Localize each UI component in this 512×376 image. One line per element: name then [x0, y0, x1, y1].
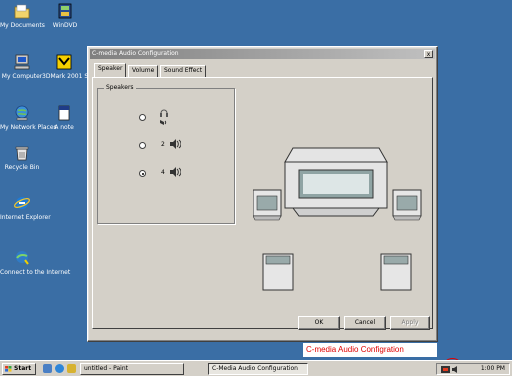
speaker-tab-panel: Speakers 2 4 OK Cancel Apply — [92, 77, 433, 330]
internet-explorer-icon — [14, 197, 30, 209]
desktop-icon-label: Recycle Bin — [4, 164, 40, 171]
task-label: untitled - Paint — [84, 365, 128, 372]
desktop-icon-label: My Network Places — [0, 124, 57, 131]
cancel-button[interactable]: Cancel — [344, 316, 386, 330]
dialog-titlebar[interactable]: C-media Audio Configuration x — [90, 49, 435, 59]
tab-speaker[interactable]: Speaker — [94, 63, 127, 77]
desktop-icon-label: Internet Explorer — [0, 214, 51, 221]
close-button[interactable]: x — [424, 50, 433, 58]
cmedia-tray-icon[interactable] — [441, 365, 450, 374]
group-label: Speakers — [104, 84, 136, 92]
network-icon — [15, 105, 29, 121]
folder-icon — [14, 4, 30, 19]
front-right-speaker-icon — [392, 189, 422, 221]
speaker-option-label-2: 2 — [161, 141, 165, 148]
clock[interactable]: 1:00 PM — [481, 364, 505, 374]
dvd-player-icon — [58, 3, 72, 19]
connect-internet-icon — [16, 251, 29, 265]
audio-config-dialog: C-media Audio Configuration x Speaker Vo… — [87, 46, 438, 342]
speaker-sound-icon — [170, 167, 181, 177]
speaker-option-radio-2[interactable] — [139, 142, 146, 149]
outlook-express-icon[interactable] — [67, 364, 76, 373]
desktop-icon-windvd[interactable]: WinDVD — [43, 2, 87, 29]
desktop-icon-label: A note — [54, 124, 74, 131]
task-paint[interactable]: untitled - Paint — [80, 363, 184, 375]
desktop-icon-label: Connect to the Internet — [0, 269, 71, 276]
desktop-icon-label: 3DMark 2001 SE — [42, 73, 92, 80]
desktop-icon-my-documents[interactable]: My Documents — [0, 2, 45, 29]
desktop-icon-3dmark[interactable]: 3DMark 2001 SE — [42, 53, 92, 80]
speaker-layout-diagram — [253, 147, 422, 291]
speakers-groupbox: Speakers 2 4 — [97, 84, 235, 224]
tab-sound-effect[interactable]: Sound Effect — [160, 65, 207, 77]
document-icon — [58, 105, 70, 121]
task-label: C-Media Audio Configuration — [212, 365, 298, 372]
rear-right-speaker-icon — [380, 253, 412, 291]
system-tray: 1:00 PM — [436, 363, 510, 375]
desktop-icon-label: WinDVD — [52, 22, 78, 29]
benchmark-icon — [56, 54, 72, 70]
desktop-icon-label: My Documents — [0, 22, 45, 29]
rear-left-speaker-icon — [262, 253, 294, 291]
volume-tray-icon[interactable] — [451, 365, 460, 374]
desktop-icon-my-network-places[interactable]: My Network Places — [0, 104, 57, 131]
internet-explorer-icon[interactable] — [55, 364, 64, 373]
recycle-bin-icon — [15, 146, 29, 161]
front-left-speaker-icon — [253, 189, 282, 221]
desktop-icon-my-computer[interactable]: My Computer — [0, 53, 44, 80]
speaker-option-label-3: 4 — [161, 169, 165, 176]
dialog-title: C-media Audio Configuration — [92, 50, 179, 57]
headphone-icon — [160, 109, 168, 125]
apply-button[interactable]: Apply — [390, 316, 430, 330]
show-desktop-icon[interactable] — [43, 364, 52, 373]
monitor-icon — [284, 147, 388, 217]
desktop-icon-label: My Computer — [1, 73, 43, 80]
speaker-option-radio-1[interactable] — [139, 114, 146, 121]
start-button[interactable]: Start — [2, 363, 36, 375]
desktop-icon-recycle-bin[interactable]: Recycle Bin — [0, 144, 44, 171]
taskbar: Start untitled - Paint C-Media Audio Con… — [0, 360, 512, 376]
desktop-icon-a-note[interactable]: A note — [42, 104, 86, 131]
ok-button[interactable]: OK — [298, 316, 340, 330]
computer-icon — [14, 54, 30, 70]
start-label: Start — [14, 365, 32, 372]
windows-logo-icon — [5, 366, 12, 372]
desktop-icon-connect-internet[interactable]: Connect to the Internet — [0, 249, 71, 276]
task-audio-config[interactable]: C-Media Audio Configuration — [208, 363, 308, 375]
tab-volume[interactable]: Volume — [128, 65, 159, 77]
desktop-icon-internet-explorer[interactable]: Internet Explorer — [0, 194, 51, 221]
annotation-callout: C-media Audio Configration — [303, 343, 437, 357]
speaker-sound-icon — [170, 139, 181, 149]
